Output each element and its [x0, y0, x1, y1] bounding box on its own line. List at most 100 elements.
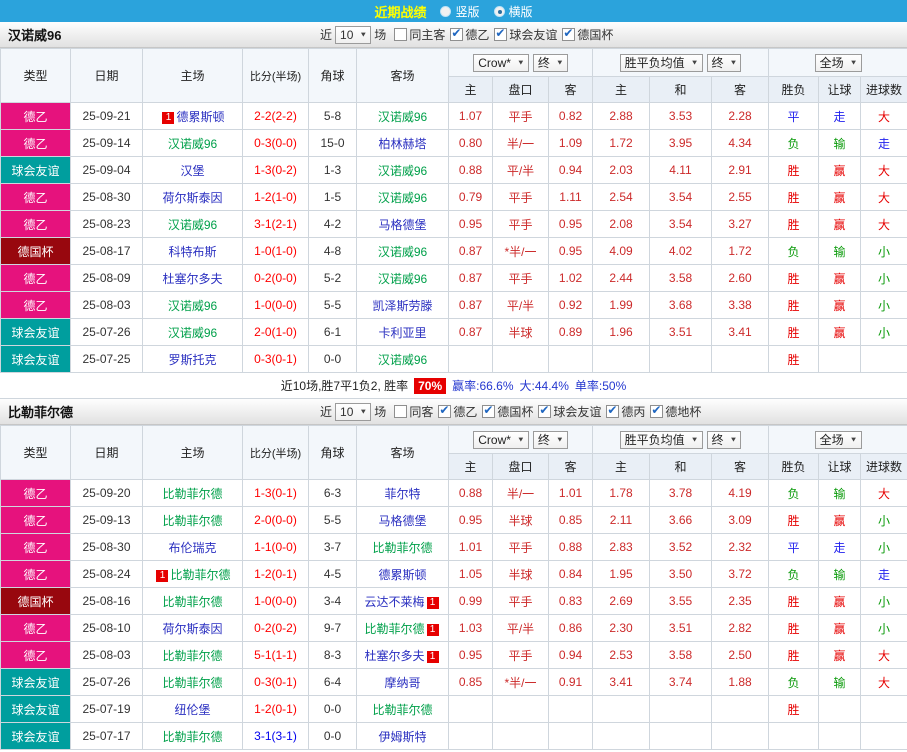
euro-home-odds: [592, 345, 650, 373]
team-link[interactable]: 荷尔斯泰因: [162, 191, 222, 205]
team-link[interactable]: 汉诺威96: [378, 110, 427, 124]
checkbox-icon[interactable]: [394, 404, 408, 418]
checkbox-icon[interactable]: [494, 27, 508, 41]
checkbox-icon[interactable]: [606, 404, 620, 418]
checkbox-icon[interactable]: [650, 404, 664, 418]
euro-away-odds: 2.32: [710, 533, 770, 561]
team-link[interactable]: 科特布斯: [168, 245, 216, 259]
team-link[interactable]: 汉诺威96: [168, 326, 217, 340]
handicap-result: 输: [818, 560, 862, 588]
team-link[interactable]: 汉诺威96: [378, 272, 427, 286]
filter-球会友谊[interactable]: 球会友谊: [538, 403, 601, 420]
team-link[interactable]: 德累斯顿: [378, 568, 426, 582]
filter-德乙[interactable]: 德乙: [450, 26, 489, 43]
team-link[interactable]: 比勒菲尔德: [162, 487, 222, 501]
checkbox-icon[interactable]: [438, 404, 452, 418]
away-team-cell: 德累斯顿: [356, 560, 449, 588]
team-link[interactable]: 汉诺威96: [168, 137, 217, 151]
checkbox-icon[interactable]: [538, 404, 552, 418]
corners: 15-0: [308, 129, 357, 157]
team-link[interactable]: 比勒菲尔德: [170, 568, 230, 582]
handicap: 半球: [492, 318, 549, 346]
euro-home-odds: 2.03: [592, 156, 650, 184]
odds-final-select[interactable]: 终 ▼: [532, 53, 568, 72]
match-count-select[interactable]: 10 ▼: [335, 25, 372, 44]
euro-away-odds: 2.55: [710, 183, 770, 211]
team-link[interactable]: 柏林赫塔: [378, 137, 426, 151]
team-link[interactable]: 汉诺威96: [378, 164, 427, 178]
match-count-select[interactable]: 10 ▼: [335, 402, 372, 421]
team-link[interactable]: 比勒菲尔德: [372, 703, 432, 717]
team-link[interactable]: 杜塞尔多夫: [162, 272, 222, 286]
checkbox-icon[interactable]: [562, 27, 576, 41]
team-link[interactable]: 德累斯顿: [176, 110, 224, 124]
team-link[interactable]: 比勒菲尔德: [364, 622, 424, 636]
team-link[interactable]: 比勒菲尔德: [162, 595, 222, 609]
odds-company-select[interactable]: Crow* ▼: [473, 430, 529, 449]
team-link[interactable]: 汉诺威96: [168, 218, 217, 232]
avg-final-select[interactable]: 终 ▼: [706, 430, 742, 449]
team-link[interactable]: 马格德堡: [378, 514, 426, 528]
team-link[interactable]: 比勒菲尔德: [372, 541, 432, 555]
team-link[interactable]: 伊姆斯特: [378, 730, 426, 744]
team-link[interactable]: 汉诺威96: [378, 191, 427, 205]
asian-away-odds: 1.11: [548, 183, 593, 211]
checkbox-icon[interactable]: [482, 404, 496, 418]
avg-odds-select[interactable]: 胜平负均值 ▼: [619, 430, 703, 449]
layout-vertical-radio[interactable]: 竖版: [440, 3, 480, 20]
layout-horizontal-radio[interactable]: 横版: [493, 3, 533, 20]
filter-德国杯[interactable]: 德国杯: [562, 26, 613, 43]
team-link[interactable]: 比勒菲尔德: [162, 676, 222, 690]
filter-球会友谊[interactable]: 球会友谊: [494, 26, 557, 43]
filter-德国杯[interactable]: 德国杯: [482, 403, 533, 420]
avg-final-select[interactable]: 终 ▼: [706, 53, 742, 72]
team-link[interactable]: 荷尔斯泰因: [162, 622, 222, 636]
asian-home-odds: 0.87: [448, 264, 493, 292]
euro-draw-odds: 3.54: [649, 210, 712, 238]
scope-select[interactable]: 全场 ▼: [814, 430, 862, 449]
league-type-badge: 德乙: [0, 102, 71, 130]
euro-draw-odds: 3.53: [649, 102, 712, 130]
goals-result: 大: [860, 210, 907, 238]
avg-odds-select[interactable]: 胜平负均值 ▼: [619, 53, 703, 72]
team-link[interactable]: 纽伦堡: [174, 703, 210, 717]
filter-德丙[interactable]: 德丙: [606, 403, 645, 420]
odds-company-select[interactable]: Crow* ▼: [473, 53, 529, 72]
asian-away-odds: 0.86: [548, 614, 593, 642]
team-link[interactable]: 汉堡: [180, 164, 204, 178]
team-link[interactable]: 汉诺威96: [168, 299, 217, 313]
match-row: 球会友谊 25-07-25 罗斯托克 0-3(0-1) 0-0 汉诺威96 胜: [0, 345, 907, 373]
team-link[interactable]: 罗斯托克: [168, 353, 216, 367]
filter-同客[interactable]: 同客: [394, 403, 433, 420]
team-link[interactable]: 汉诺威96: [378, 353, 427, 367]
filter-德乙[interactable]: 德乙: [438, 403, 477, 420]
goals-result: [860, 345, 907, 373]
team-link[interactable]: 汉诺威96: [378, 245, 427, 259]
filter-德地杯[interactable]: 德地杯: [650, 403, 701, 420]
team-link[interactable]: 卡利亚里: [378, 326, 426, 340]
team-link[interactable]: 凯泽斯劳滕: [372, 299, 432, 313]
team-link[interactable]: 摩纳哥: [384, 676, 420, 690]
chevron-down-icon: ▼: [555, 435, 564, 444]
checkbox-icon[interactable]: [394, 27, 408, 41]
team-link[interactable]: 云达不莱梅: [364, 595, 424, 609]
team-link[interactable]: 比勒菲尔德: [162, 730, 222, 744]
league-type-badge: 德乙: [0, 506, 71, 534]
scope-select[interactable]: 全场 ▼: [814, 53, 862, 72]
team-link[interactable]: 比勒菲尔德: [162, 649, 222, 663]
checkbox-icon[interactable]: [450, 27, 464, 41]
team-link[interactable]: 菲尔特: [384, 487, 420, 501]
team-link[interactable]: 杜塞尔多夫: [364, 649, 424, 663]
filter-同主客[interactable]: 同主客: [394, 26, 445, 43]
team-link[interactable]: 比勒菲尔德: [162, 514, 222, 528]
team-link[interactable]: 马格德堡: [378, 218, 426, 232]
team-link[interactable]: 布伦瑞克: [168, 541, 216, 555]
competition-filters: 同主客 德乙 球会友谊 德国杯: [389, 26, 613, 44]
score: 1-0(0-0): [242, 587, 309, 615]
euro-home-odds: 1.72: [592, 129, 650, 157]
odds-final-select[interactable]: 终 ▼: [532, 430, 568, 449]
league-type-badge: 德乙: [0, 560, 71, 588]
wdl-result: 胜: [768, 506, 820, 534]
match-row: 德乙 25-08-30 荷尔斯泰因 1-2(1-0) 1-5 汉诺威96 0.79 平手 1.1…: [0, 183, 907, 211]
handicap-result: 赢: [818, 264, 862, 292]
